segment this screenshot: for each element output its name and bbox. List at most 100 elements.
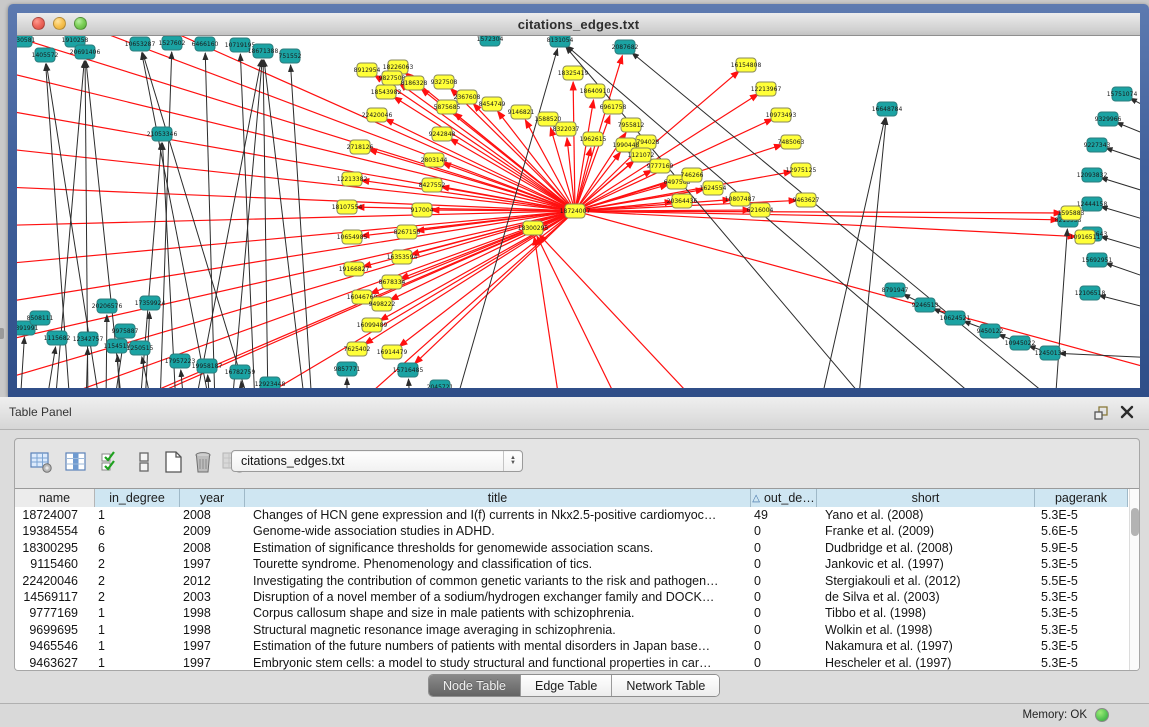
close-icon[interactable]	[1119, 404, 1135, 420]
graph-edge[interactable]	[537, 236, 620, 388]
graph-edge[interactable]	[1101, 237, 1140, 254]
graph-edge[interactable]	[160, 52, 172, 388]
table-cell[interactable]: 2003	[180, 589, 245, 605]
table-cell[interactable]: 5.3E-5	[1035, 556, 1128, 572]
table-cell[interactable]: 1997	[180, 655, 245, 671]
delete-trash-icon[interactable]	[191, 450, 215, 474]
column-header-title[interactable]: title	[245, 489, 751, 507]
table-cell[interactable]: 0	[751, 655, 817, 671]
table-cell[interactable]: 5.3E-5	[1035, 655, 1128, 671]
table-cell[interactable]: 18724007	[15, 507, 95, 523]
table-vertical-scrollbar[interactable]	[1129, 489, 1140, 671]
table-panel-titlebar[interactable]: Table Panel	[0, 397, 1149, 430]
table-cell[interactable]: 0	[751, 605, 817, 621]
close-window-button[interactable]	[32, 17, 45, 30]
table-cell[interactable]: 0	[751, 540, 817, 556]
table-cell[interactable]: 5.3E-5	[1035, 622, 1128, 638]
column-header-year[interactable]: year	[180, 489, 245, 507]
table-cell[interactable]: 1	[95, 655, 180, 671]
table-cell[interactable]: Franke et al. (2009)	[817, 523, 1035, 539]
table-cell[interactable]: Yano et al. (2008)	[817, 507, 1035, 523]
table-cell[interactable]: 2008	[180, 540, 245, 556]
graph-edge[interactable]	[858, 118, 886, 388]
table-cell[interactable]: 2009	[180, 523, 245, 539]
table-column-icon[interactable]	[64, 450, 88, 474]
table-cell[interactable]: 19384554	[15, 523, 95, 539]
table-cell[interactable]: Changes of HCN gene expression and I(f) …	[245, 507, 751, 523]
table-selector-dropdown[interactable]: citations_edges.txt ▲▼	[231, 450, 523, 472]
graph-edge[interactable]	[106, 315, 107, 388]
table-cell[interactable]: 2012	[180, 573, 245, 589]
table-row[interactable]: 911546021997Tourette syndrome. Phenomeno…	[15, 556, 1128, 572]
minimize-window-button[interactable]	[53, 17, 66, 30]
table-cell[interactable]: Hescheler et al. (1997)	[817, 655, 1035, 671]
attribute-table[interactable]: namein_degreeyeartitle△out_de…shortpager…	[15, 488, 1139, 671]
table-cell[interactable]: 5.5E-5	[1035, 573, 1128, 589]
graph-edge[interactable]	[1116, 122, 1140, 140]
graph-edge[interactable]	[195, 60, 261, 388]
column-header-short[interactable]: short	[817, 489, 1035, 507]
graph-edge[interactable]	[1099, 295, 1140, 311]
table-cell[interactable]: 9463627	[15, 655, 95, 671]
table-cell[interactable]: 1998	[180, 605, 245, 621]
column-header-pagerank[interactable]: pagerank	[1035, 489, 1128, 507]
table-row[interactable]: 2242004622012Investigating the contribut…	[15, 573, 1128, 589]
graph-edge[interactable]	[264, 60, 305, 388]
column-header-in-degree[interactable]: in_degree	[95, 489, 180, 507]
table-cell[interactable]: Investigating the contribution of common…	[245, 573, 751, 589]
select-rows-icon[interactable]	[99, 450, 123, 474]
table-cell[interactable]: 22420046	[15, 573, 95, 589]
table-cell[interactable]: 5.3E-5	[1035, 638, 1128, 654]
table-cell[interactable]: Dudbridge et al. (2008)	[817, 540, 1035, 556]
table-header-row[interactable]: namein_degreeyeartitle△out_de…shortpager…	[15, 489, 1128, 507]
table-row[interactable]: 1938455462009Genome-wide association stu…	[15, 523, 1128, 539]
table-cell[interactable]: Embryonic stem cells: a model to study s…	[245, 655, 751, 671]
graph-edge[interactable]	[575, 100, 594, 211]
table-cell[interactable]: 6	[95, 540, 180, 556]
graph-edge[interactable]	[1130, 98, 1140, 114]
graph-edge[interactable]	[575, 211, 1076, 237]
network-window-titlebar[interactable]: citations_edges.txt	[17, 13, 1140, 36]
table-cell[interactable]: 2008	[180, 507, 245, 523]
column-header-out-de-[interactable]: △out_de…	[751, 489, 817, 507]
table-cell[interactable]: 0	[751, 523, 817, 539]
table-cell[interactable]: 2	[95, 589, 180, 605]
column-header-name[interactable]: name	[15, 489, 95, 507]
memory-ok-icon[interactable]	[1095, 708, 1109, 722]
table-cell[interactable]: 9465546	[15, 638, 95, 654]
graph-edge[interactable]	[566, 47, 870, 388]
dropdown-stepper-icon[interactable]: ▲▼	[503, 451, 522, 471]
table-row[interactable]: 1456911722003Disruption of a novel membe…	[15, 589, 1128, 605]
table-cell[interactable]: 9777169	[15, 605, 95, 621]
table-cell[interactable]: 2	[95, 573, 180, 589]
table-cell[interactable]: de Silva et al. (2003)	[817, 589, 1035, 605]
table-row[interactable]: 977716911998Corpus callosum shape and si…	[15, 605, 1128, 621]
table-cell[interactable]: 0	[751, 622, 817, 638]
table-cell[interactable]: 1998	[180, 622, 245, 638]
table-cell[interactable]: Genome-wide association studies in ADHD.	[245, 523, 751, 539]
graph-edge[interactable]	[534, 237, 560, 388]
graph-edge[interactable]	[20, 337, 24, 388]
table-cell[interactable]: 6	[95, 523, 180, 539]
table-cell[interactable]: 5.3E-5	[1035, 507, 1128, 523]
table-row[interactable]: 946554611997Estimation of the future num…	[15, 638, 1128, 654]
table-cell[interactable]: 0	[751, 638, 817, 654]
graph-edge[interactable]	[820, 118, 885, 388]
graph-edge[interactable]	[208, 375, 210, 388]
table-cell[interactable]: 1997	[180, 638, 245, 654]
graph-edge[interactable]	[46, 347, 56, 388]
table-cell[interactable]: 5.3E-5	[1035, 589, 1128, 605]
graph-edge[interactable]	[1055, 229, 1067, 388]
table-cell[interactable]: 9699695	[15, 622, 95, 638]
table-cell[interactable]: Corpus callosum shape and size in male p…	[245, 605, 751, 621]
tab-node-table[interactable]: Node Table	[429, 675, 521, 696]
tab-network-table[interactable]: Network Table	[612, 675, 719, 696]
table-cell[interactable]: 1	[95, 605, 180, 621]
scrollbar-thumb[interactable]	[1131, 508, 1139, 536]
network-canvas[interactable]: 2030581191025814055722069140610653287152…	[17, 36, 1140, 388]
table-row[interactable]: 1830029562008Estimation of significance …	[15, 540, 1128, 556]
table-row[interactable]: 969969511998Structural magnetic resonanc…	[15, 622, 1128, 638]
table-cell[interactable]: Wolkin et al. (1998)	[817, 622, 1035, 638]
table-settings-icon[interactable]	[29, 450, 53, 474]
graph-edge[interactable]	[263, 60, 268, 388]
